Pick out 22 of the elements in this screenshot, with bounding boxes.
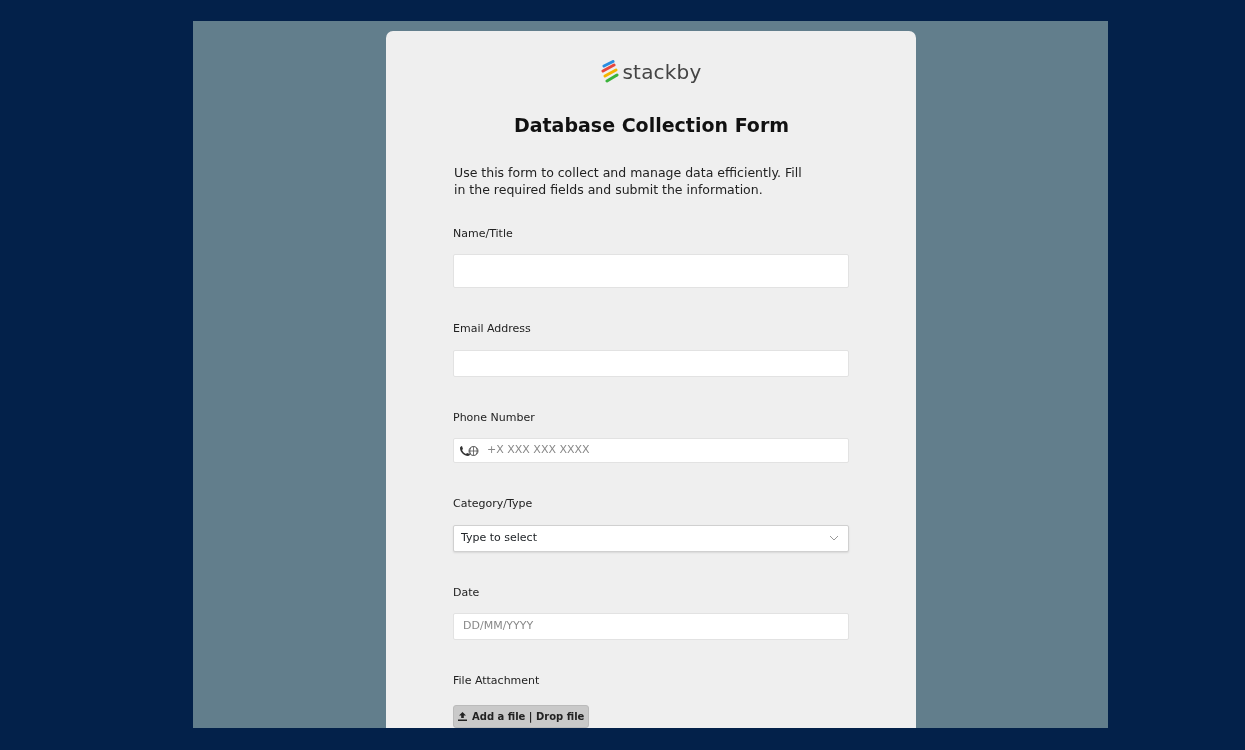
upload-button[interactable]: Add a file | Drop file [453,704,590,728]
field-label: Email Address [453,321,532,337]
form-description: Use this form to collect and manage data efficiently. Fill in the required fields and submit the information. [454,163,803,198]
placeholder-text: +X XXX XXX XXXX [487,442,590,459]
field-label: Category/Type [453,496,534,512]
form-title: Database Collection Form [512,113,791,138]
phone-field[interactable]: +X XXX XXX XXXX [453,438,849,463]
field-label: File Attachment [453,673,541,689]
select-field[interactable]: Type to select [453,524,849,552]
field-label: Phone Number [453,409,536,426]
field-label: Date [453,584,481,601]
chevron-down-icon [829,535,839,541]
input-field[interactable] [453,349,849,377]
upload-icon [458,711,467,721]
placeholder-text: DD/MM/YYYY [463,618,534,635]
phone-globe-icon [459,444,479,457]
field-label: Name/Title [453,225,514,242]
date-field[interactable]: DD/MM/YYYY [453,613,849,640]
placeholder-text: Type to select [461,529,537,546]
logo-icon [601,60,620,84]
input-field[interactable] [453,254,849,288]
logo-text: stackby [622,59,702,86]
